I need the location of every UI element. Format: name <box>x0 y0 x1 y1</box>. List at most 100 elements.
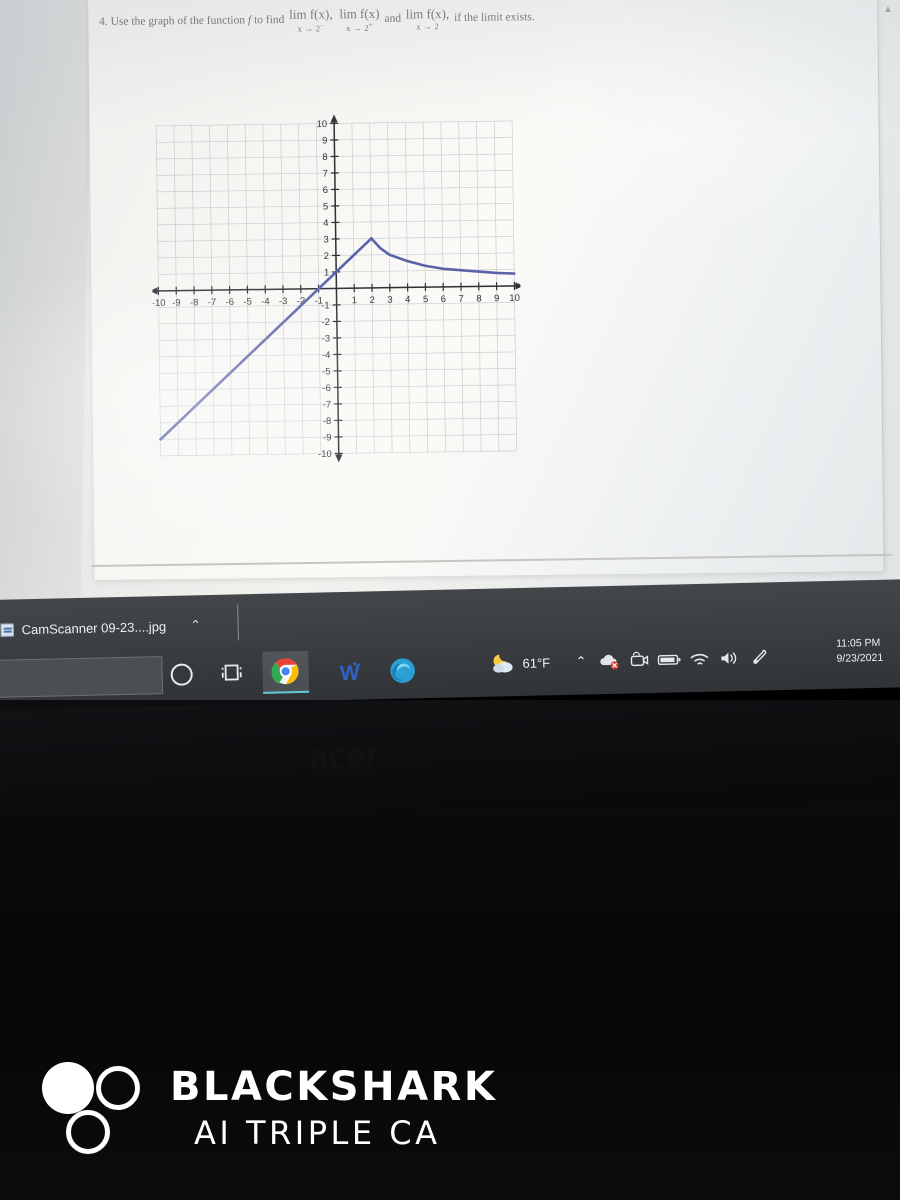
svg-text:-2: -2 <box>321 317 330 328</box>
taskbar-item-wps-office[interactable]: W <box>334 659 365 686</box>
svg-text:5: 5 <box>323 201 328 212</box>
chrome-icon <box>271 658 299 685</box>
svg-text:-4: -4 <box>261 296 270 307</box>
svg-text:2: 2 <box>369 295 374 306</box>
question-number: 4. <box>99 15 108 29</box>
watermark-subtitle: AI TRIPLE CA <box>194 1114 441 1152</box>
cortana-icon[interactable] <box>170 663 193 686</box>
acer-brand-logo: acer <box>309 739 381 776</box>
clock-time: 11:05 PM <box>836 636 881 650</box>
clock[interactable]: 11:05 PM 9/23/2021 <box>836 636 883 667</box>
tray-chevron-up-icon[interactable]: ⌃ <box>568 653 594 670</box>
svg-text:-10: -10 <box>152 298 166 309</box>
watermark-text: BLACKSHARK AI TRIPLE CA <box>170 1067 497 1149</box>
limit-expression-two-sided: lim f(x), x → 2 <box>406 6 450 31</box>
weather-temperature[interactable]: 61°F <box>522 655 550 671</box>
wifi-glyph <box>690 653 708 665</box>
camera-watermark: BLACKSHARK AI TRIPLE CA <box>36 1058 497 1158</box>
svg-text:2: 2 <box>324 251 329 262</box>
download-file-name: CamScanner 09-23....jpg <box>21 618 167 637</box>
svg-text:6: 6 <box>441 294 446 305</box>
watermark-brand: BLACKSHARK <box>170 1064 498 1110</box>
function-symbol: f <box>247 14 252 27</box>
svg-text:W: W <box>340 662 361 685</box>
onedrive-cloud-glyph <box>599 654 619 670</box>
limit-left-sub: x → 2− <box>297 21 325 34</box>
svg-text:-8: -8 <box>190 297 199 308</box>
download-item[interactable]: CamScanner 09-23....jpg ⌃ <box>0 617 201 638</box>
svg-text:4: 4 <box>405 294 410 305</box>
weather-icon[interactable] <box>490 652 516 675</box>
battery-glyph <box>657 654 681 666</box>
svg-text:5: 5 <box>423 294 428 305</box>
svg-text:-4: -4 <box>322 350 331 361</box>
partly-cloudy-night-glyph <box>493 654 513 673</box>
screen-bezel <box>0 700 900 820</box>
blackshark-triple-camera-logo <box>36 1058 146 1158</box>
svg-text:7: 7 <box>322 168 327 179</box>
svg-text:9: 9 <box>494 293 499 304</box>
battery-icon[interactable] <box>654 646 685 673</box>
svg-text:9: 9 <box>322 135 327 146</box>
svg-text:-5: -5 <box>322 366 331 377</box>
svg-text:-10: -10 <box>318 449 332 460</box>
svg-text:-7: -7 <box>323 399 332 410</box>
svg-text:7: 7 <box>458 294 463 305</box>
svg-text:3: 3 <box>323 234 328 245</box>
taskbar-item-google-chrome[interactable] <box>262 650 310 694</box>
camera-icon[interactable] <box>624 647 655 674</box>
limit-expression-left: lim f(x), x → 2− <box>289 6 333 33</box>
camera-lens-dot-outline-2 <box>66 1110 110 1154</box>
svg-text:6: 6 <box>323 185 328 196</box>
system-tray: 61°F ⌃ <box>490 644 774 676</box>
svg-text:-6: -6 <box>322 383 331 394</box>
svg-text:8: 8 <box>476 293 481 304</box>
pen-icon[interactable] <box>744 644 775 671</box>
svg-text:3: 3 <box>387 295 392 306</box>
scroll-up-arrow[interactable]: ▲ <box>882 4 894 16</box>
camera-glyph <box>630 651 648 667</box>
svg-text:1: 1 <box>324 267 329 278</box>
question-text-mid: to find <box>253 13 285 27</box>
search-input[interactable] <box>0 656 164 698</box>
chevron-up-icon[interactable]: ⌃ <box>190 617 201 633</box>
clock-date: 9/23/2021 <box>836 651 884 665</box>
curve-series-0 <box>159 237 373 441</box>
limit-left-main: lim f(x), <box>289 6 333 22</box>
task-view-icon[interactable] <box>221 662 245 683</box>
svg-text:-7: -7 <box>208 297 217 308</box>
svg-text:1: 1 <box>352 295 357 306</box>
question-text-after: if the limit exists. <box>454 11 535 25</box>
graph-svg: -10 -9 -8 -7 -6 -5 -4 -3 -2 -1 1 2 3 4 5 6 7 8 9 10 10 9 8 7 6 5 4… <box>150 114 523 463</box>
image-file-icon <box>0 622 14 637</box>
svg-text:-6: -6 <box>226 297 235 308</box>
conjunction-and: and <box>384 12 402 25</box>
limit-right-main: lim f(x) <box>339 5 380 22</box>
volume-glyph <box>721 652 736 664</box>
wifi-icon[interactable] <box>684 646 715 673</box>
wps-w-icon: W <box>340 662 361 685</box>
taskbar-item-microsoft-edge[interactable] <box>388 656 417 685</box>
onedrive-error-icon[interactable] <box>594 648 625 675</box>
svg-text:10: 10 <box>316 119 327 130</box>
svg-text:8: 8 <box>322 152 327 163</box>
limit-two-sided-main: lim f(x), <box>405 5 450 22</box>
pen-glyph <box>752 649 766 664</box>
svg-text:-9: -9 <box>323 432 332 443</box>
viewer-left-gutter <box>0 0 92 618</box>
svg-text:-3: -3 <box>279 296 288 307</box>
svg-text:10: 10 <box>509 293 520 304</box>
svg-text:-8: -8 <box>323 416 332 427</box>
function-graph: -10 -9 -8 -7 -6 -5 -4 -3 -2 -1 1 2 3 4 5 6 7 8 9 10 10 9 8 7 6 5 4… <box>150 111 523 466</box>
svg-text:-5: -5 <box>243 297 252 308</box>
laptop-screen: 4. Use the graph of the function f to fi… <box>0 0 900 618</box>
limit-two-sided-sub: x → 2 <box>416 21 440 32</box>
question-text-before: Use the graph of the function <box>110 14 246 28</box>
svg-text:-9: -9 <box>172 298 181 309</box>
volume-icon[interactable] <box>714 645 745 672</box>
limit-right-sub: x → 2+ <box>346 20 374 34</box>
axes <box>150 114 523 463</box>
limit-expression-right: lim f(x) x → 2+ <box>339 6 379 33</box>
camera-lens-dot-outline-1 <box>96 1066 140 1110</box>
svg-text:-3: -3 <box>322 333 331 344</box>
